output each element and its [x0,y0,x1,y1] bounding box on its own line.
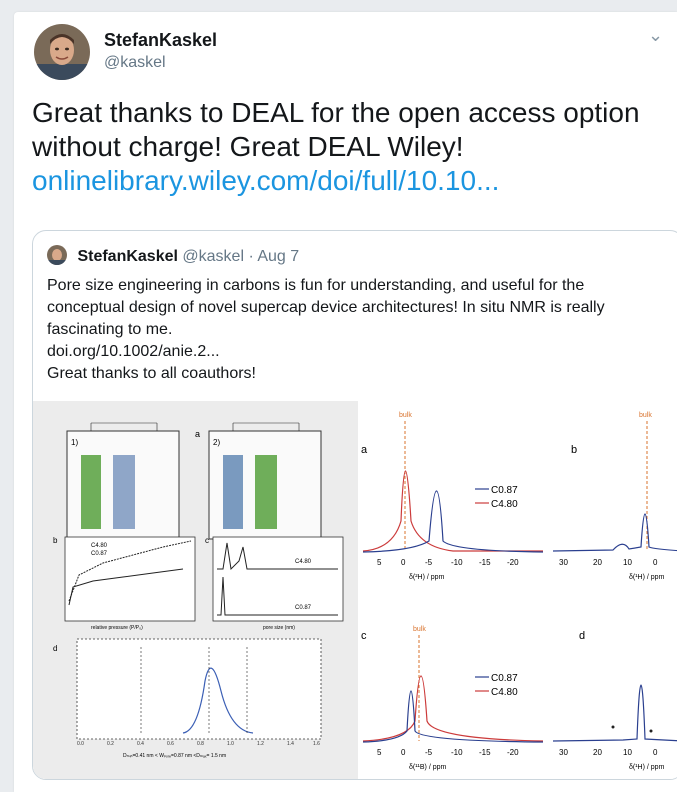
legend-b-1: C4.80 [91,543,108,549]
xlabel-b: relative pressure (P/P₀) [91,625,143,631]
nmr-b-xlabel: δ(¹H) / ppm [629,574,665,581]
figure-image[interactable]: 1) 2) a b C4.80 C0.87 relative pressure … [33,401,677,779]
chevron-down-icon[interactable]: ⌄ [648,25,663,46]
nmr-c-tick: -5 [425,748,433,757]
nmr-label-b: b [571,444,577,456]
nmr-c-legend-2: C4.80 [491,687,518,698]
nmr-b-tick: 10 [623,558,632,567]
quoted-text: Pore size engineering in carbons is fun … [47,275,667,385]
nmr-label-d: d [579,630,585,642]
nmr-d-xlabel: δ(¹H) / ppm [629,764,665,771]
d-tick: 0.0 [77,741,84,747]
quoted-link[interactable]: doi.org/10.1002/anie.2... [47,341,667,363]
nmr-c-tick: -15 [479,748,491,757]
nmr-d-tick: 0 [653,748,658,757]
d-tick: 0.6 [167,741,174,747]
quoted-header: StefanKaskel @kaskel · Aug 7 [47,245,299,266]
d-tick: 1.2 [257,741,264,747]
nmr-a-tick: -10 [451,558,463,567]
tweet-text: Great thanks to DEAL for the open access… [32,96,652,198]
d-tick: 0.8 [197,741,204,747]
nmr-a-tick: 5 [377,558,382,567]
quoted-line: Pore size engineering in carbons is fun … [47,277,585,294]
nmr-a-xlabel: δ(²H) / ppm [409,574,445,581]
scheme-label-d: d [53,644,57,653]
author-avatar[interactable] [34,24,90,80]
d-tick: 1.4 [287,741,294,747]
d-tick: 0.2 [107,741,114,747]
nmr-a-tick: -5 [425,558,433,567]
d-tick: 0.4 [137,741,144,747]
bulk-label-b: bulk [639,412,652,419]
quoted-avatar [47,245,67,265]
quoted-author-name: StefanKaskel [77,248,178,265]
nmr-c-tick: -10 [451,748,463,757]
d-tick: 1.0 [227,741,234,747]
nmr-label-a: a [361,444,368,456]
nmr-c-tick: -20 [507,748,519,757]
nmr-c-tick: 0 [401,748,406,757]
nmr-a-tick: -15 [479,558,491,567]
legend-b-2: C0.87 [91,551,108,557]
nmr-a-legend-1: C0.87 [491,485,518,496]
nmr-d-tick: 30 [559,748,568,757]
legend-c-1: C4.80 [295,559,312,565]
bulk-label-a: bulk [399,412,412,419]
tweet-text-line: Great thanks to DEAL for the open access… [32,97,640,128]
scheme-label-a: a [195,429,200,439]
d-tick: 1.6 [313,741,320,747]
xlabel-c: pore size (nm) [263,625,295,631]
tweet-text-line: without charge! Great DEAL Wiley! [32,131,464,162]
nmr-a-tick: 0 [401,558,406,567]
tweet-link[interactable]: onlinelibrary.wiley.com/doi/full/10.10..… [32,164,652,198]
nmr-c-legend-1: C0.87 [491,673,518,684]
quoted-handle-date: @kaskel · Aug 7 [182,248,300,265]
nmr-b-tick: 0 [653,558,658,567]
author-name[interactable]: StefanKaskel [104,30,217,51]
nmr-b-tick: 30 [559,558,568,567]
scheme-label-c: c [205,536,209,545]
bulk-label-c: bulk [413,626,426,633]
nmr-c-tick: 5 [377,748,382,757]
scheme-label-1: 1) [71,438,78,447]
nmr-a-tick: -20 [507,558,519,567]
nmr-b-tick: 20 [593,558,602,567]
quoted-tweet[interactable]: StefanKaskel @kaskel · Aug 7 Pore size e… [32,230,677,780]
nmr-d-tick: 10 [623,748,632,757]
quoted-line: conceptual design of novel supercap devi… [47,299,605,316]
quoted-line: Great thanks to all coauthors! [47,365,256,382]
nmr-d-tick: 20 [593,748,602,757]
legend-c-2: C0.87 [295,605,312,611]
scheme-label-b: b [53,536,58,545]
scheme-label-2: 2) [213,438,220,447]
nmr-a-legend-2: C4.80 [491,499,518,510]
nmr-c-xlabel: δ(¹¹B) / ppm [409,764,447,771]
author-handle[interactable]: @kaskel [104,54,166,72]
quoted-line: fascinating to me. [47,321,173,338]
d-caption: Dₘᵢₙ=0.41 nm < Wₚₒᵣₑ=0.87 nm <Dₘₐₓ= 1.5 … [123,753,226,759]
nmr-label-c: c [361,630,367,642]
